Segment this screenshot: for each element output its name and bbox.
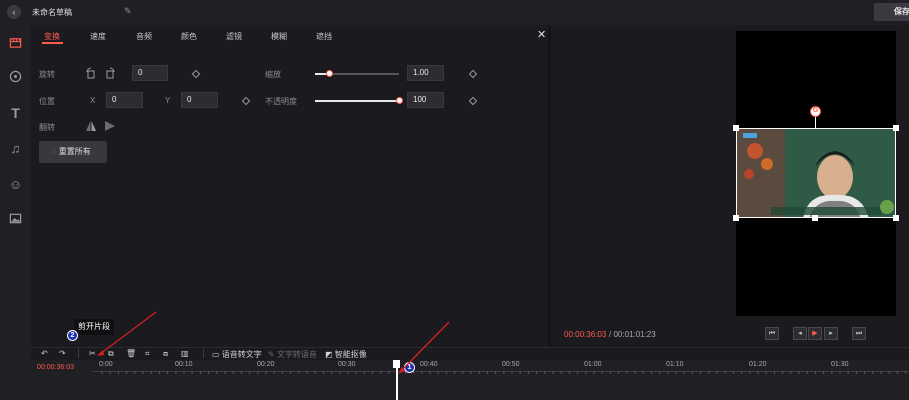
toolbar-divider <box>78 348 79 358</box>
redo-icon[interactable]: ↷ <box>59 349 66 358</box>
rotate-input[interactable]: 0 <box>132 65 168 81</box>
text-to-voice-label: 文字转语音 <box>276 350 317 359</box>
tick-label: 0:00 <box>99 361 113 368</box>
tab-transform[interactable]: 变换 <box>44 31 60 42</box>
text-to-voice-button[interactable]: ✎ 文字转语音 <box>268 349 317 360</box>
export-frame-icon[interactable]: ⧈ <box>163 349 168 359</box>
opacity-slider-fill <box>315 100 399 102</box>
rotate-handle[interactable]: G <box>810 106 821 117</box>
rotate-label: 旋转 <box>39 70 55 79</box>
resize-handle-bottom[interactable] <box>812 215 818 221</box>
voice-to-text-label: 语音转文字 <box>221 350 262 359</box>
video-clip-icon[interactable] <box>8 36 23 51</box>
tick-label: 01:00 <box>584 361 602 368</box>
save-button[interactable]: 保存 <box>874 3 909 21</box>
tab-mask[interactable]: 遮挡 <box>316 31 332 42</box>
skip-to-start-button[interactable]: ⏮ <box>765 327 779 340</box>
x-label: X <box>90 96 96 105</box>
tab-color[interactable]: 颜色 <box>181 31 197 42</box>
tick-label: 00:50 <box>502 361 520 368</box>
scale-input[interactable]: 1.00 <box>407 65 444 81</box>
play-button[interactable]: ▶ <box>808 327 822 340</box>
skip-to-end-button[interactable]: ⏭ <box>852 327 866 340</box>
text-icon[interactable]: T <box>8 106 23 121</box>
split-tooltip: 剪开片段 <box>74 319 114 335</box>
music-icon[interactable]: ♫ <box>8 141 23 156</box>
opacity-label: 不透明度 <box>265 97 297 106</box>
x-input[interactable]: 0 <box>106 92 143 108</box>
side-rail-lower <box>0 347 31 400</box>
close-icon[interactable]: ✕ <box>537 28 546 41</box>
prev-frame-button[interactable]: ◂ <box>793 327 807 340</box>
active-tab-indicator <box>42 42 63 44</box>
tick-label: 00:30 <box>338 361 356 368</box>
position-label: 位置 <box>39 97 55 106</box>
step-badge-1: 1 <box>404 362 415 373</box>
tick-label: 00:10 <box>175 361 193 368</box>
step-badge-2: 2 <box>67 330 78 341</box>
pencil-icon[interactable]: ✎ <box>124 6 132 17</box>
tab-blur[interactable]: 模糊 <box>271 31 287 42</box>
rotate-right-icon[interactable] <box>104 67 116 81</box>
copy-icon[interactable]: ⧉ <box>108 349 114 359</box>
tick-label: 01:30 <box>831 361 849 368</box>
voice-to-text-button[interactable]: ▭ 语音转文字 <box>212 349 262 360</box>
preview-current-time: 00:00:36:03 <box>564 330 607 339</box>
rotate-left-icon[interactable] <box>85 67 97 81</box>
smart-cutout-label: 智能抠像 <box>334 350 367 359</box>
project-title[interactable]: 未命名草稿 <box>32 7 72 18</box>
timeline-track[interactable] <box>31 360 909 400</box>
opacity-input[interactable]: 100 <box>407 92 444 108</box>
crop-icon[interactable]: ⌗ <box>145 349 150 359</box>
undo-icon[interactable]: ↶ <box>41 349 48 358</box>
rotate-handle-stem <box>815 117 816 128</box>
color-bars-icon[interactable]: ▥ <box>181 349 189 358</box>
split-scissors-icon[interactable]: ✂ <box>89 349 96 358</box>
tick-label: 00:20 <box>257 361 275 368</box>
flip-vertical-icon[interactable] <box>104 120 116 134</box>
image-icon[interactable] <box>8 212 23 227</box>
tick-label: 01:10 <box>666 361 684 368</box>
back-arrow-icon[interactable]: ‹ <box>7 5 21 19</box>
y-label: Y <box>165 96 171 105</box>
reset-all-label: 重置所有 <box>58 147 91 156</box>
playhead-handle[interactable] <box>393 360 400 368</box>
y-input[interactable]: 0 <box>181 92 218 108</box>
video-thumbnail-image <box>737 129 895 217</box>
resize-handle-top-left[interactable] <box>733 125 739 131</box>
reset-all-button[interactable]: ◌ 重置所有 <box>39 141 107 163</box>
timeline-ruler[interactable] <box>92 371 909 375</box>
reset-icon: ◌ <box>51 147 56 156</box>
resize-handle-top-right[interactable] <box>893 125 899 131</box>
tab-speed[interactable]: 速度 <box>90 31 106 42</box>
toolbar-divider <box>203 348 204 358</box>
flip-horizontal-icon[interactable] <box>85 120 97 134</box>
flip-label: 翻转 <box>39 123 55 132</box>
scale-label: 缩放 <box>265 70 281 79</box>
ruler-ticks <box>101 371 907 374</box>
next-frame-button[interactable]: ▸ <box>824 327 838 340</box>
resize-handle-bottom-left[interactable] <box>733 215 739 221</box>
smart-cutout-button[interactable]: ◩ 智能抠像 <box>325 349 367 360</box>
tab-filter[interactable]: 滤镜 <box>226 31 242 42</box>
palette-icon[interactable] <box>8 70 23 85</box>
emoji-icon[interactable]: ☺ <box>8 177 23 192</box>
opacity-slider-knob[interactable] <box>396 97 403 104</box>
delete-icon[interactable]: 🗑 <box>126 349 136 358</box>
tick-label: 00:40 <box>420 361 438 368</box>
preview-total-time: / 00:01:01:23 <box>609 330 656 339</box>
tick-label: 01:20 <box>749 361 767 368</box>
resize-handle-bottom-right[interactable] <box>893 215 899 221</box>
title-bar <box>0 0 909 25</box>
timeline-current-timecode: 00:00:36:03 <box>37 364 74 371</box>
video-frame[interactable] <box>736 128 896 218</box>
tab-audio[interactable]: 音频 <box>136 31 152 42</box>
